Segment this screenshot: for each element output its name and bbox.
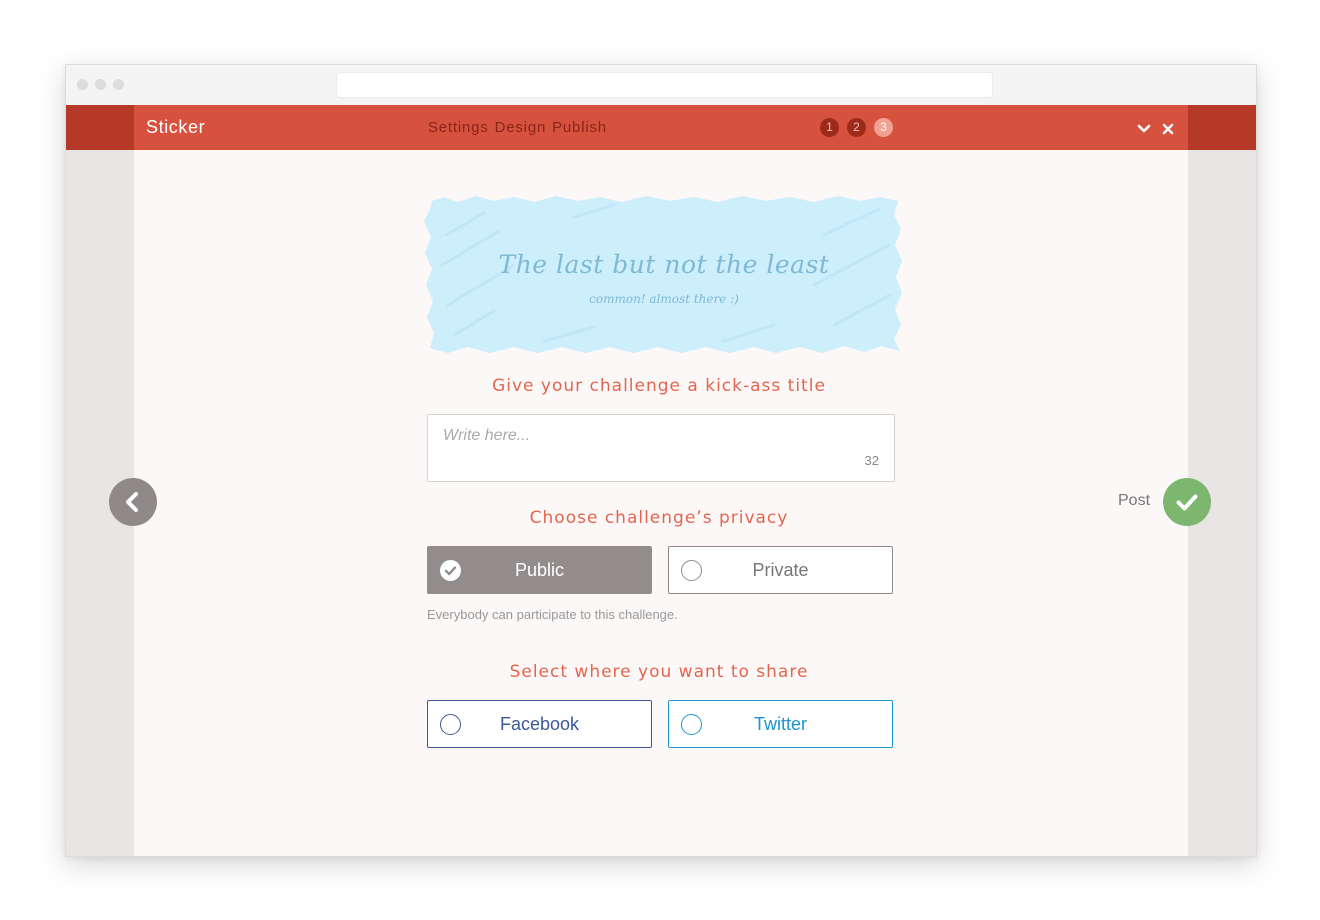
- banner-subtitle: common! almost there :): [589, 292, 739, 306]
- post-label: Post: [1118, 492, 1151, 509]
- challenge-title-field[interactable]: 32: [427, 414, 895, 482]
- privacy-option-private[interactable]: Private: [668, 546, 893, 594]
- share-option-twitter[interactable]: Twitter: [668, 700, 893, 748]
- tab-publish[interactable]: Publish: [552, 119, 607, 136]
- privacy-note: Everybody can participate to this challe…: [427, 607, 678, 622]
- post-button[interactable]: [1163, 478, 1211, 526]
- close-icon[interactable]: [1162, 105, 1174, 150]
- window-dot-close[interactable]: [77, 79, 88, 90]
- step-dot-3[interactable]: 3: [874, 118, 893, 137]
- browser-window: Sticker Settings Design Publish 1 2 3 Th…: [65, 64, 1257, 857]
- publish-panel: The last but not the least common! almos…: [134, 150, 1188, 856]
- back-button[interactable]: [109, 478, 157, 526]
- title-section-heading: Give your challenge a kick-ass title: [492, 376, 826, 396]
- tab-settings[interactable]: Settings: [428, 119, 489, 136]
- privacy-option-public[interactable]: Public: [427, 546, 652, 594]
- window-dot-minimize[interactable]: [95, 79, 106, 90]
- share-option-facebook[interactable]: Facebook: [427, 700, 652, 748]
- char-counter: 32: [864, 453, 879, 468]
- privacy-section-heading: Choose challenge’s privacy: [529, 508, 789, 528]
- share-option-label: Twitter: [753, 714, 807, 734]
- app-header: Sticker Settings Design Publish 1 2 3: [66, 105, 1256, 150]
- app-name: Sticker: [146, 117, 206, 137]
- step-dot-1[interactable]: 1: [820, 118, 839, 137]
- step-banner: The last but not the least common! almos…: [424, 195, 904, 355]
- window-dot-maximize[interactable]: [113, 79, 124, 90]
- check-icon: [1176, 494, 1198, 511]
- share-option-label: Facebook: [499, 714, 580, 734]
- share-section-heading: Select where you want to share: [509, 662, 809, 682]
- privacy-option-label: Public: [514, 560, 565, 580]
- challenge-title-input[interactable]: [428, 415, 894, 481]
- step-tabs: Settings Design Publish: [428, 105, 613, 150]
- tab-design[interactable]: Design: [495, 119, 547, 136]
- step-dot-2[interactable]: 2: [847, 118, 866, 137]
- chevron-left-icon: [126, 492, 138, 512]
- browser-chrome: [66, 65, 1256, 105]
- url-bar[interactable]: [336, 72, 993, 98]
- chevron-down-icon[interactable]: [1137, 105, 1151, 150]
- app-header-inner: Sticker Settings Design Publish 1 2 3: [134, 105, 1188, 150]
- privacy-option-label: Private: [752, 560, 809, 580]
- banner-title: The last but not the least: [498, 250, 830, 279]
